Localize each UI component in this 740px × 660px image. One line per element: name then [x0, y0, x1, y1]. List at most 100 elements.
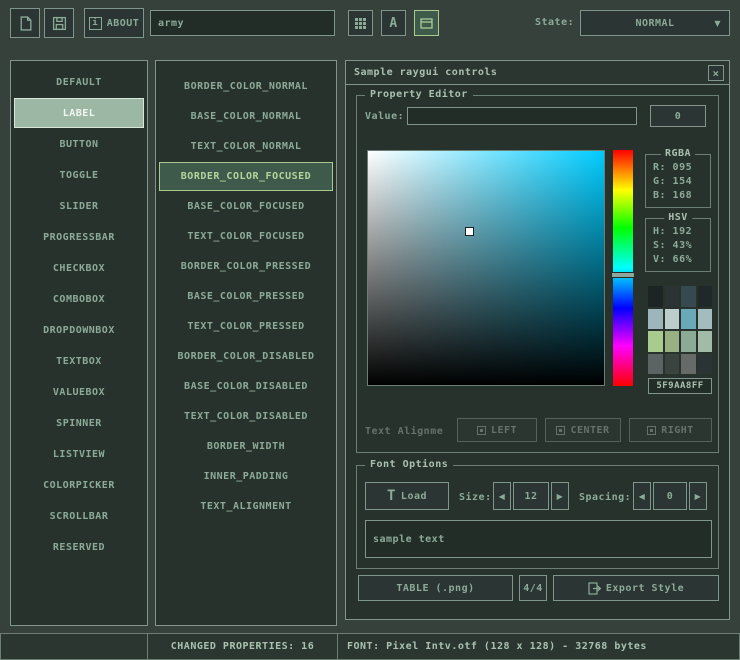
property-list-item[interactable]: TEXT_COLOR_DISABLED: [159, 402, 333, 431]
palette-swatch[interactable]: [648, 354, 663, 375]
control-list-item[interactable]: DROPDOWNBOX: [14, 315, 144, 345]
align-left-button[interactable]: LEFT: [457, 418, 537, 442]
spacing-increase-button[interactable]: ▶: [689, 482, 707, 510]
palette-swatch[interactable]: [648, 286, 663, 307]
align-right-label: RIGHT: [661, 425, 694, 436]
properties-list: BORDER_COLOR_NORMALBASE_COLOR_NORMALTEXT…: [155, 60, 337, 626]
palette-swatch[interactable]: [665, 309, 680, 330]
control-list-item[interactable]: SCROLLBAR: [14, 501, 144, 531]
hsv-s-value: S: 43%: [653, 239, 710, 253]
page-indicator-box[interactable]: 4/4: [519, 575, 547, 601]
hsv-v-value: V: 66%: [653, 253, 710, 267]
font-info-text: FONT: Pixel Intv.otf (128 x 128) - 32768…: [347, 641, 647, 652]
hsv-h-value: H: 192: [653, 225, 710, 239]
palette-swatch[interactable]: [698, 309, 713, 330]
property-list-item[interactable]: BORDER_COLOR_DISABLED: [159, 342, 333, 371]
control-list-item[interactable]: TOGGLE: [14, 160, 144, 190]
value-input[interactable]: [407, 107, 637, 125]
rgba-b-value: B: 168: [653, 189, 710, 203]
hue-slider-handle[interactable]: [611, 272, 635, 278]
about-button[interactable]: i ABOUT: [84, 8, 144, 38]
chevron-down-icon: ▼: [714, 19, 721, 28]
property-list-item[interactable]: BORDER_COLOR_NORMAL: [159, 72, 333, 101]
hex-color-box[interactable]: 5F9AA8FF: [648, 378, 712, 394]
export-table-format-button[interactable]: TABLE (.png): [358, 575, 513, 601]
control-list-item[interactable]: SLIDER: [14, 191, 144, 221]
palette-swatch[interactable]: [681, 286, 696, 307]
controls-view-button[interactable]: [414, 10, 439, 36]
page-indicator-value: 4/4: [523, 583, 543, 594]
size-decrease-button[interactable]: ◀: [493, 482, 511, 510]
value-label: Value:: [365, 111, 404, 122]
sample-text-input[interactable]: sample text: [365, 520, 712, 558]
property-editor-legend: Property Editor: [365, 89, 473, 100]
export-style-button[interactable]: Export Style: [553, 575, 719, 601]
new-file-icon: [18, 16, 33, 31]
color-picker-cursor[interactable]: [466, 228, 473, 235]
palette-swatch[interactable]: [681, 331, 696, 352]
property-list-item[interactable]: BASE_COLOR_DISABLED: [159, 372, 333, 401]
style-table-view-button[interactable]: [348, 10, 373, 36]
sample-window-titlebar[interactable]: Sample raygui controls ×: [346, 61, 729, 85]
hex-color-value: 5F9AA8FF: [656, 381, 703, 391]
property-list-item[interactable]: TEXT_ALIGNMENT: [159, 492, 333, 521]
control-list-item[interactable]: SPINNER: [14, 408, 144, 438]
control-list-item[interactable]: RESERVED: [14, 532, 144, 562]
control-list-item[interactable]: COMBOBOX: [14, 284, 144, 314]
align-center-icon: [556, 426, 565, 435]
style-name-input[interactable]: [150, 10, 335, 36]
palette-swatch[interactable]: [665, 286, 680, 307]
control-list-item[interactable]: CHECKBOX: [14, 253, 144, 283]
property-list-item[interactable]: BORDER_COLOR_PRESSED: [159, 252, 333, 281]
value-box[interactable]: 0: [650, 105, 706, 127]
palette-swatch[interactable]: [665, 354, 680, 375]
palette-swatch[interactable]: [681, 309, 696, 330]
font-load-button[interactable]: T Load: [365, 482, 449, 510]
control-list-item[interactable]: COLORPICKER: [14, 470, 144, 500]
control-list-item[interactable]: VALUEBOX: [14, 377, 144, 407]
font-options-legend: Font Options: [365, 459, 453, 470]
color-picker-panel[interactable]: [367, 150, 605, 386]
export-icon: [588, 582, 601, 595]
statusbar-font-info: FONT: Pixel Intv.otf (128 x 128) - 32768…: [337, 633, 740, 660]
property-list-item[interactable]: TEXT_COLOR_NORMAL: [159, 132, 333, 161]
rgba-legend: RGBA: [661, 148, 695, 159]
property-list-item[interactable]: BASE_COLOR_NORMAL: [159, 102, 333, 131]
palette-swatch[interactable]: [648, 331, 663, 352]
property-list-item[interactable]: BASE_COLOR_FOCUSED: [159, 192, 333, 221]
control-list-item[interactable]: TEXTBOX: [14, 346, 144, 376]
control-list-item[interactable]: LABEL: [14, 98, 144, 128]
font-T-icon: T: [387, 488, 396, 504]
align-center-button[interactable]: CENTER: [545, 418, 621, 442]
control-list-item[interactable]: PROGRESSBAR: [14, 222, 144, 252]
control-list-item[interactable]: LISTVIEW: [14, 439, 144, 469]
font-options-group: Font Options T Load Size: ◀ 12 ▶ Spacing…: [356, 465, 719, 569]
font-spacing-valuebox[interactable]: 0: [653, 482, 687, 510]
property-list-item[interactable]: INNER_PADDING: [159, 462, 333, 491]
align-right-button[interactable]: RIGHT: [629, 418, 712, 442]
size-increase-button[interactable]: ▶: [551, 482, 569, 510]
property-list-item[interactable]: TEXT_COLOR_FOCUSED: [159, 222, 333, 251]
palette-swatch[interactable]: [698, 286, 713, 307]
property-list-item[interactable]: TEXT_COLOR_PRESSED: [159, 312, 333, 341]
palette-swatch[interactable]: [698, 331, 713, 352]
palette-swatch[interactable]: [681, 354, 696, 375]
font-size-valuebox[interactable]: 12: [513, 482, 549, 510]
font-view-button[interactable]: A: [381, 10, 406, 36]
new-style-button[interactable]: [10, 8, 40, 38]
palette-swatch[interactable]: [698, 354, 713, 375]
palette-swatch[interactable]: [648, 309, 663, 330]
close-button[interactable]: ×: [708, 65, 724, 81]
changed-properties-text: CHANGED PROPERTIES: 16: [171, 641, 314, 652]
property-list-item[interactable]: BORDER_COLOR_FOCUSED: [159, 162, 333, 191]
letter-a-icon: A: [389, 16, 397, 31]
property-list-item[interactable]: BASE_COLOR_PRESSED: [159, 282, 333, 311]
palette-swatch[interactable]: [665, 331, 680, 352]
property-list-item[interactable]: BORDER_WIDTH: [159, 432, 333, 461]
state-dropdown[interactable]: NORMAL ▼: [580, 10, 730, 36]
save-style-button[interactable]: [44, 8, 74, 38]
control-list-item[interactable]: BUTTON: [14, 129, 144, 159]
control-list-item[interactable]: DEFAULT: [14, 67, 144, 97]
spacing-decrease-button[interactable]: ◀: [633, 482, 651, 510]
hue-bar[interactable]: [613, 150, 633, 386]
